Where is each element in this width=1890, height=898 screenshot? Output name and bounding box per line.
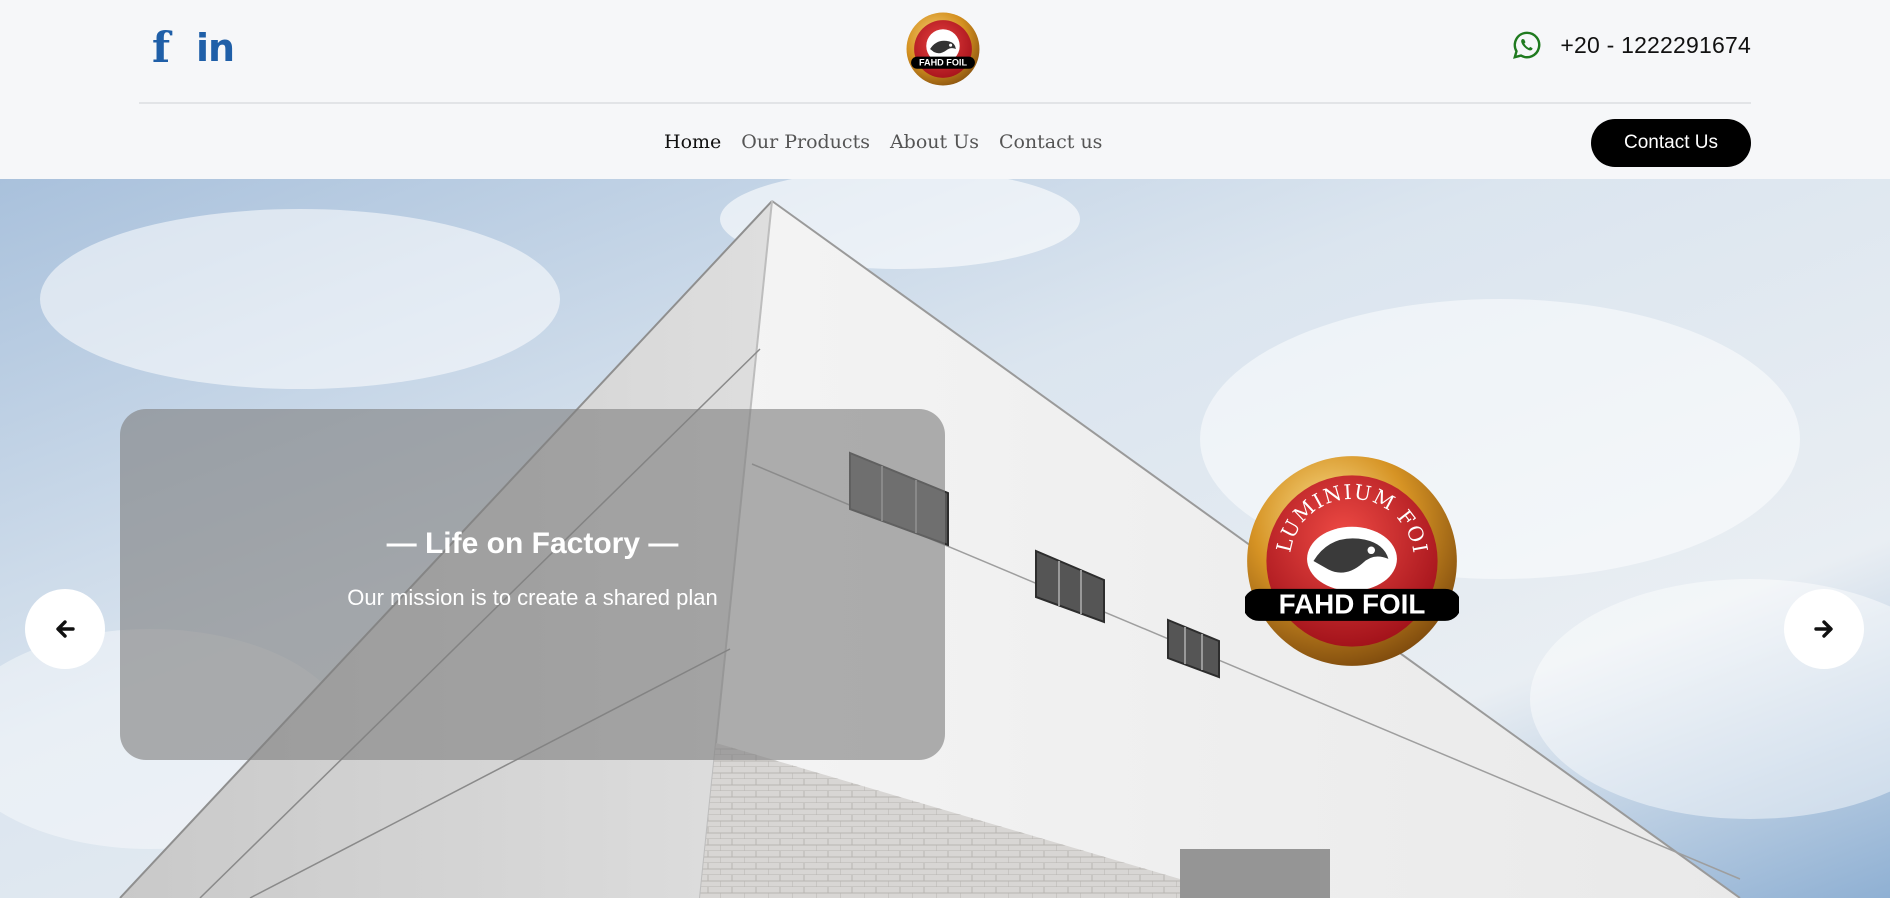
linkedin-icon[interactable]: in bbox=[196, 28, 235, 68]
hero-logo-band-text: FAHD FOIL bbox=[1279, 588, 1426, 619]
nav-about-us[interactable]: About Us bbox=[890, 131, 979, 153]
nav-our-products[interactable]: Our Products bbox=[741, 131, 870, 153]
logo-band-text: FAHD FOIL bbox=[919, 58, 968, 68]
slide-title: — Life on Factory — bbox=[386, 527, 679, 560]
facebook-icon[interactable]: f bbox=[148, 27, 174, 69]
slide-caption-panel: — Life on Factory — Our mission is to cr… bbox=[120, 409, 945, 760]
nav-contact-us[interactable]: Contact us bbox=[999, 131, 1102, 153]
phone-contact: +20 - 1222291674 bbox=[1512, 30, 1751, 60]
hero-fahd-foil-logo: ALUMINIUM FOIL FAHD FOIL bbox=[1245, 454, 1459, 666]
phone-number[interactable]: +20 - 1222291674 bbox=[1560, 32, 1751, 59]
top-bar: f in FAHD FOIL +20 - 1222291674 bbox=[139, 0, 1751, 104]
site-header: f in FAHD FOIL +20 - 1222291674 Home Our… bbox=[0, 0, 1890, 179]
social-links: f in bbox=[148, 27, 235, 69]
site-logo[interactable]: FAHD FOIL bbox=[905, 11, 981, 87]
nav-home[interactable]: Home bbox=[664, 131, 721, 153]
main-navbar: Home Our Products About Us Contact us Co… bbox=[0, 104, 1890, 179]
arrow-left-icon bbox=[56, 620, 75, 638]
whatsapp-icon[interactable] bbox=[1512, 30, 1542, 60]
slide-subtitle: Our mission is to create a shared plan bbox=[347, 585, 718, 610]
slider-prev-button[interactable] bbox=[25, 589, 105, 669]
hero-slider: — Life on Factory — Our mission is to cr… bbox=[0, 179, 1890, 898]
arrow-right-icon bbox=[1814, 620, 1833, 638]
fahd-foil-logo-icon: FAHD FOIL bbox=[906, 12, 980, 86]
slider-next-button[interactable] bbox=[1784, 589, 1864, 669]
main-nav: Home Our Products About Us Contact us bbox=[664, 131, 1102, 153]
contact-us-button[interactable]: Contact Us bbox=[1591, 119, 1751, 167]
